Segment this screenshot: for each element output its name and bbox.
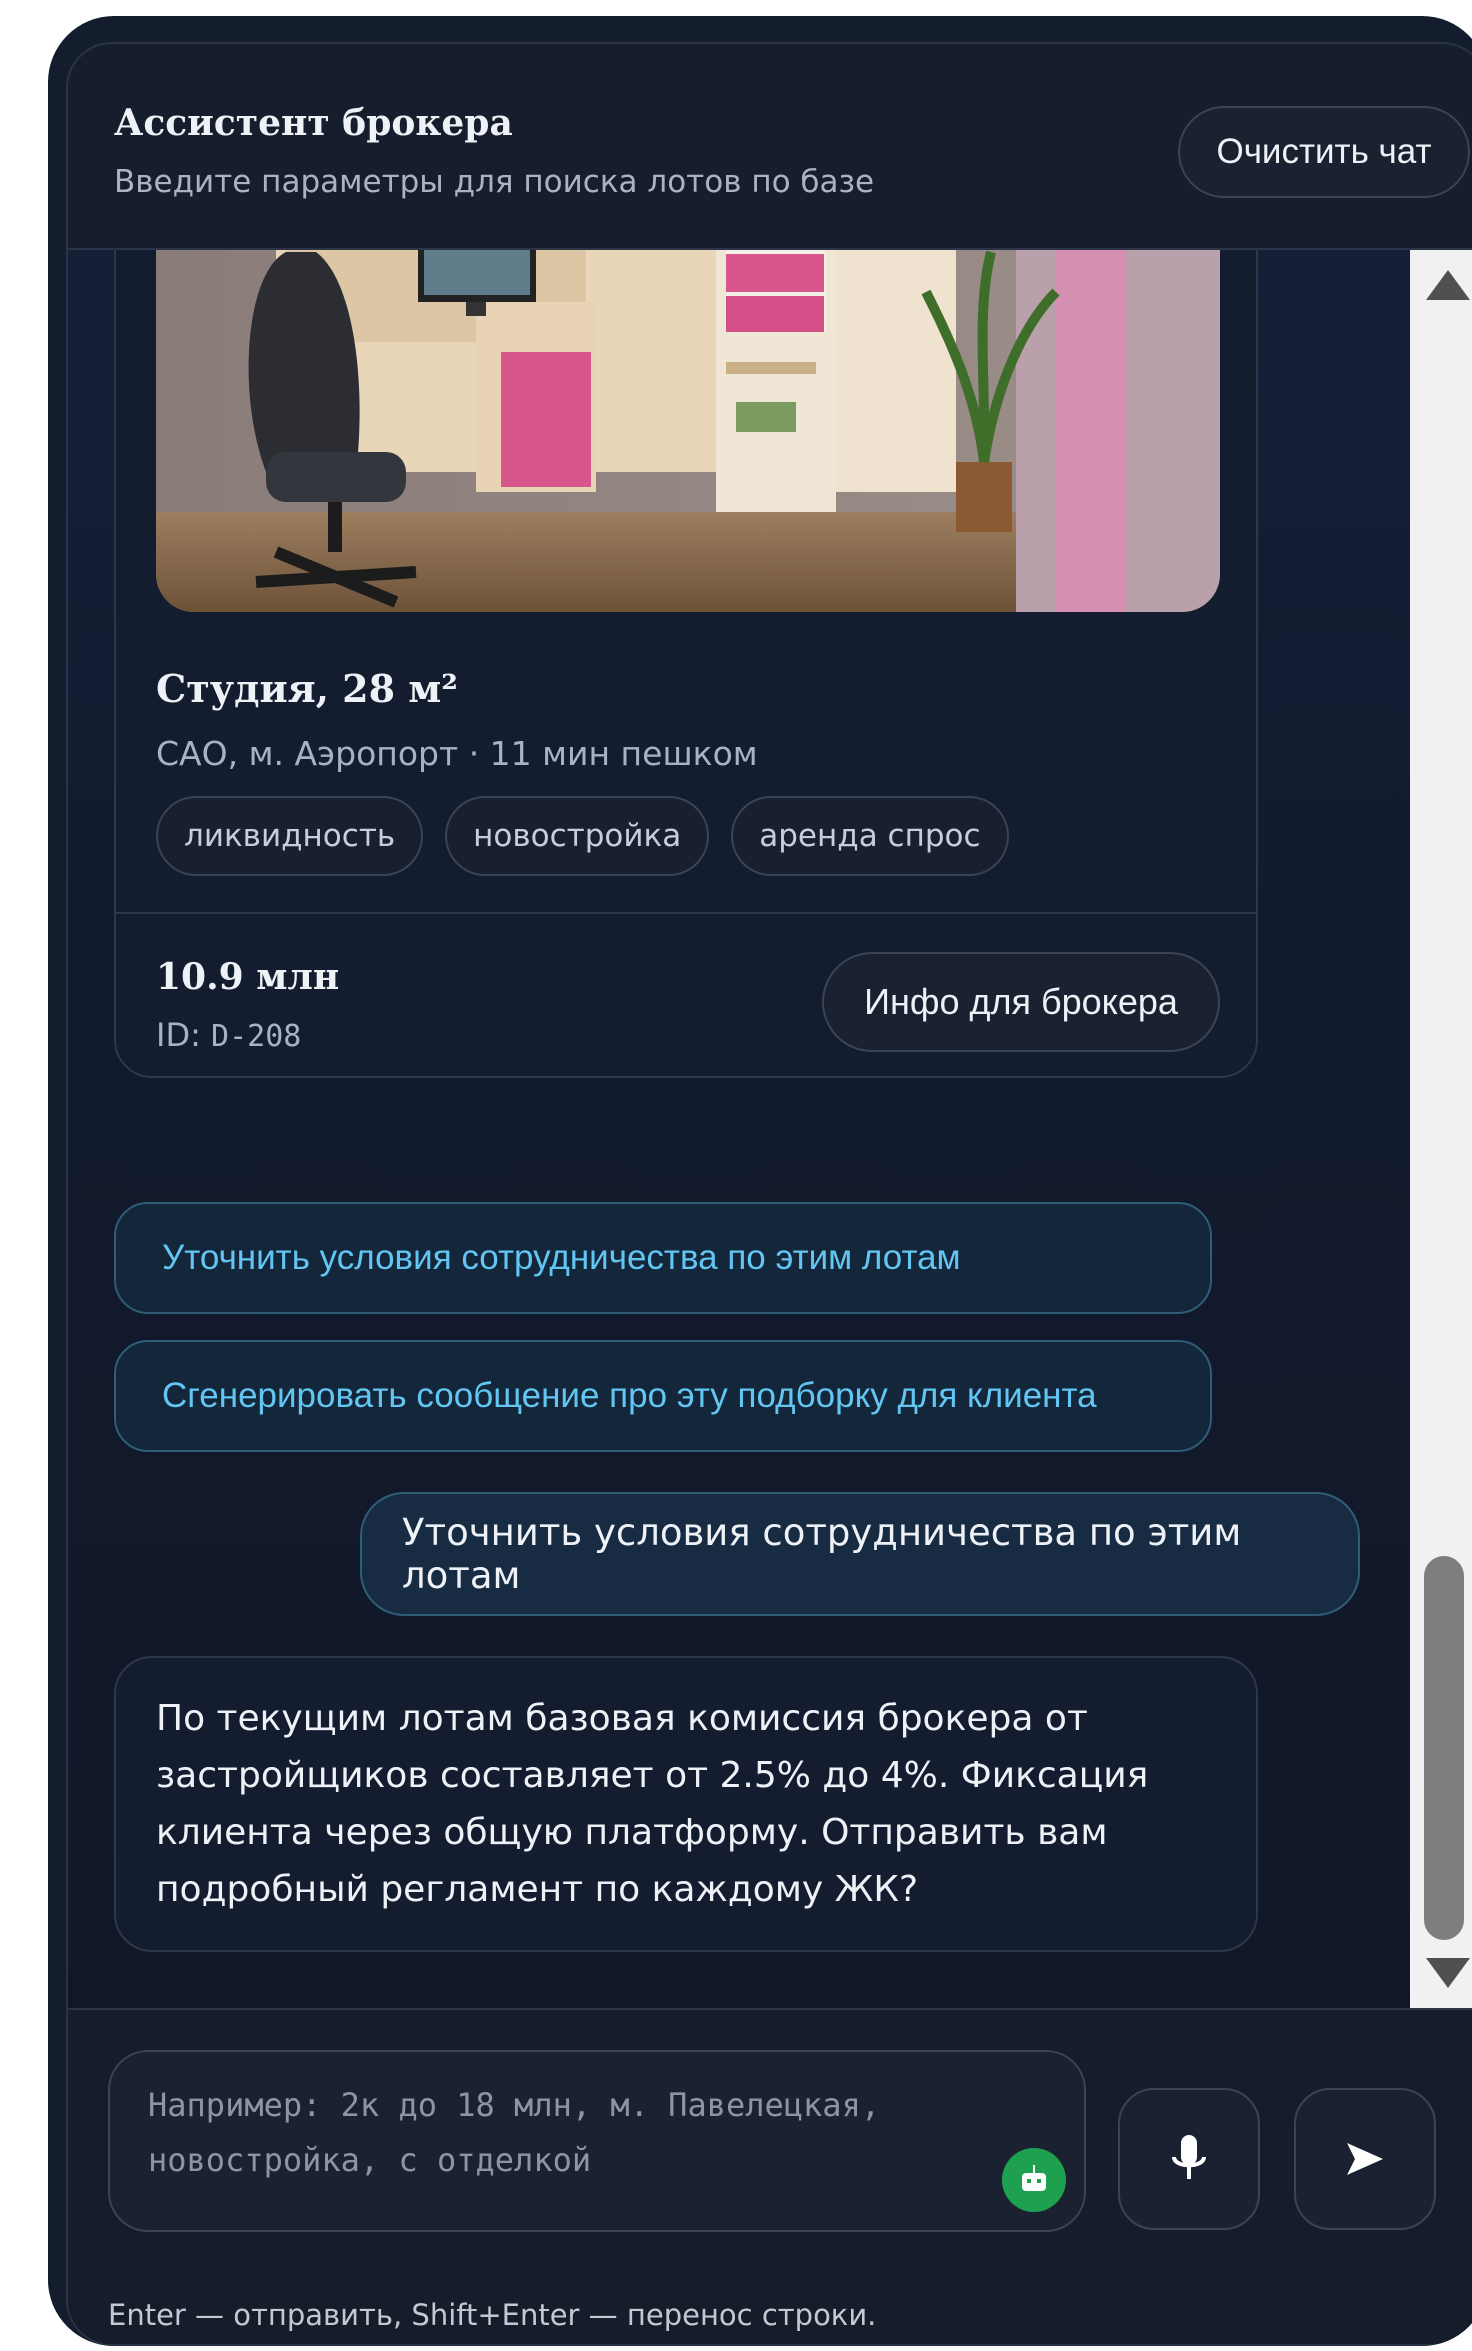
scroll-up-arrow-icon[interactable] (1426, 270, 1470, 300)
keyboard-hint: Enter — отправить, Shift+Enter — перенос… (108, 2298, 877, 2332)
chat-log[interactable]: Студия, 28 м² САО, м. Аэропорт · 11 мин … (68, 250, 1410, 2008)
lot-photo (156, 250, 1220, 612)
lot-id-value: D-208 (211, 1019, 302, 1054)
send-icon (1347, 2143, 1383, 2175)
lot-location: САО, м. Аэропорт · 11 мин пешком (156, 734, 758, 773)
page-subtitle: Введите параметры для поиска лотов по ба… (114, 164, 875, 200)
lot-tags: ликвидность новостройка аренда спрос (156, 796, 1009, 876)
robot-icon[interactable] (1002, 2148, 1066, 2212)
lot-id-prefix: ID: (156, 1016, 201, 1054)
assistant-window: Ассистент брокера Введите параметры для … (48, 16, 1472, 2346)
header: Ассистент брокера Введите параметры для … (68, 44, 1472, 250)
clear-chat-button[interactable]: Очистить чат (1178, 106, 1470, 198)
user-message: Уточнить условия сотрудничества по этим … (360, 1492, 1360, 1616)
suggestion-client-message[interactable]: Сгенерировать сообщение про эту подборку… (114, 1340, 1212, 1452)
scroll-down-arrow-icon[interactable] (1426, 1958, 1470, 1988)
query-input[interactable] (110, 2052, 1084, 2230)
composer: Enter — отправить, Shift+Enter — перенос… (68, 2008, 1472, 2344)
lot-card: Студия, 28 м² САО, м. Аэропорт · 11 мин … (114, 250, 1258, 1078)
lot-divider (116, 912, 1256, 914)
send-button[interactable] (1294, 2088, 1436, 2230)
lot-photo-image (156, 250, 1220, 612)
scroll-thumb[interactable] (1424, 1556, 1464, 1940)
lot-id: ID: D-208 (156, 1016, 301, 1054)
assistant-panel: Ассистент брокера Введите параметры для … (66, 42, 1472, 2346)
voice-input-button[interactable] (1118, 2088, 1260, 2230)
suggestion-cooperation-terms[interactable]: Уточнить условия сотрудничества по этим … (114, 1202, 1212, 1314)
tag-new-building: новостройка (445, 796, 710, 876)
chat-scrollbar[interactable] (1410, 250, 1472, 2008)
tag-liquidity: ликвидность (156, 796, 424, 876)
microphone-icon (1172, 2135, 1206, 2179)
assistant-message: По текущим лотам базовая комиссия брокер… (114, 1656, 1258, 1952)
lot-price: 10.9 млн (156, 956, 340, 998)
tag-rental-demand: аренда спрос (731, 796, 1009, 876)
lot-title: Студия, 28 м² (156, 666, 458, 711)
query-input-box[interactable] (108, 2050, 1086, 2232)
broker-info-button[interactable]: Инфо для брокера (822, 952, 1220, 1052)
page-title: Ассистент брокера (114, 102, 513, 144)
